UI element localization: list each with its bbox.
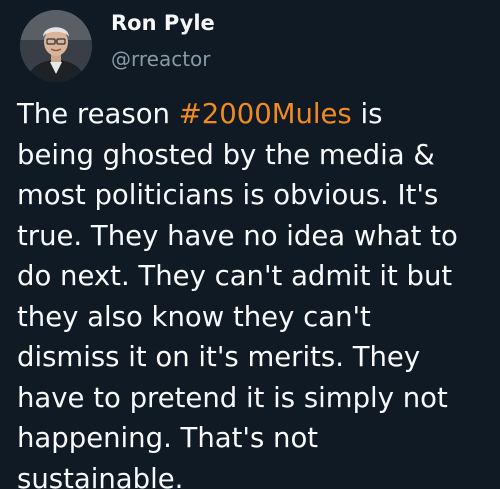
profile-photo-icon (20, 10, 92, 82)
tweet-text-segment: is (351, 98, 383, 130)
tweet-line: sustainable. (17, 462, 184, 489)
tweet-line: The reason #2000Mules is (17, 94, 492, 135)
author-name[interactable]: Ron Pyle (111, 10, 215, 36)
tweet-line: most politicians is obvious. It's (17, 179, 439, 211)
tweet-text: The reason #2000Mules is being ghosted b… (17, 94, 492, 489)
author-handle[interactable]: @rreactor (111, 46, 211, 72)
tweet-line: being ghosted by the media & (17, 138, 435, 171)
tweet-card: Ron Pyle @rreactor The reason #2000Mules… (0, 0, 500, 489)
tweet-line: have to pretend it is simply not (17, 381, 448, 414)
tweet-line: happening. That's not (17, 422, 319, 454)
tweet-line: dismiss it on it's merits. They (17, 341, 421, 373)
tweet-line: do next. They can't admit it but (17, 260, 453, 292)
avatar[interactable] (20, 10, 92, 82)
tweet-line: true. They have no idea what to (17, 219, 458, 252)
tweet-text-segment: The reason (17, 98, 179, 130)
tweet-line: they also know they can't (17, 300, 371, 333)
hashtag-link[interactable]: #2000Mules (179, 98, 352, 130)
